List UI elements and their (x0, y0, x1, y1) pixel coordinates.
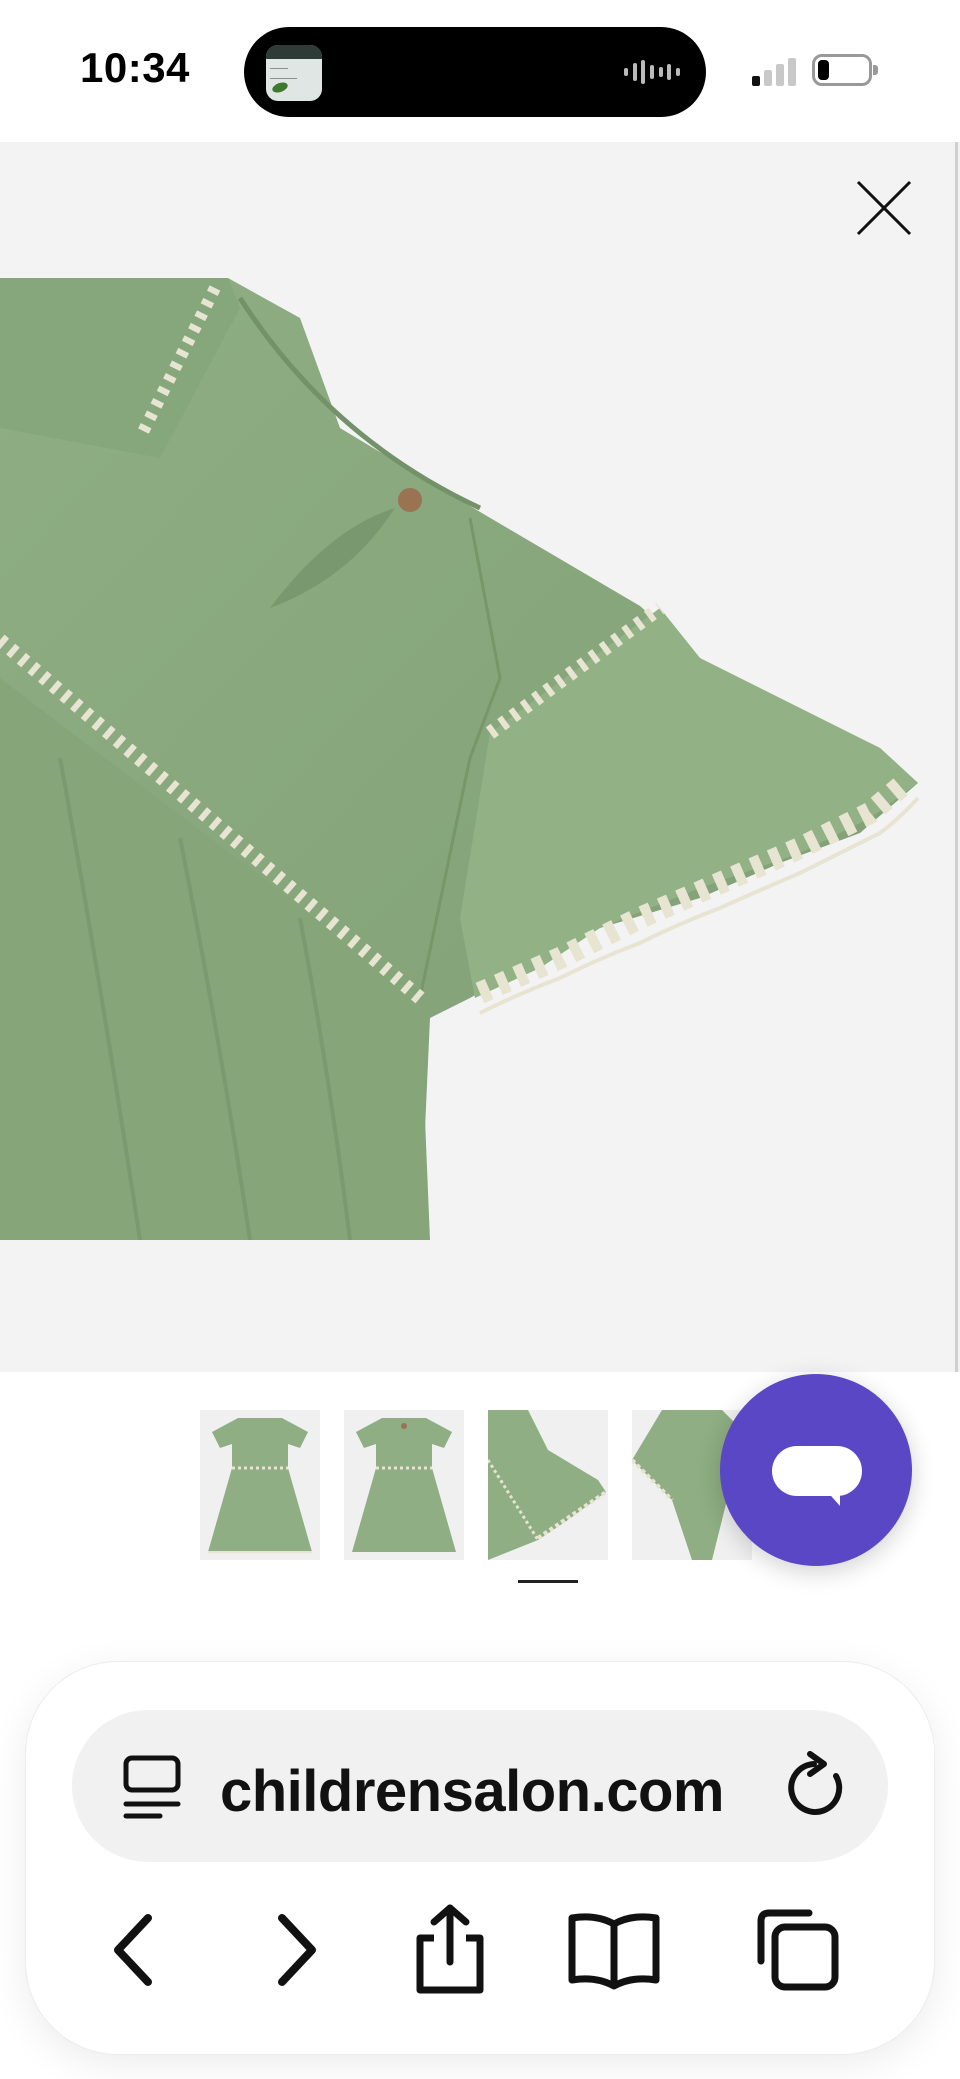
chevron-right-icon (278, 1914, 316, 1986)
thumbnail-sleeve-detail[interactable] (488, 1410, 608, 1560)
chat-button[interactable] (720, 1374, 912, 1566)
news-app-icon: —— ——— (266, 45, 322, 101)
tabs-icon (757, 1909, 839, 1991)
page-menu-icon[interactable] (120, 1752, 184, 1822)
audio-wave-icon (624, 60, 680, 84)
close-icon[interactable] (852, 176, 916, 240)
forward-button[interactable] (246, 1900, 346, 2000)
bookmarks-button[interactable] (564, 1900, 664, 2000)
thumbnail-front[interactable] (200, 1410, 320, 1560)
battery-level (818, 60, 829, 80)
battery-icon (812, 54, 878, 86)
tabs-button[interactable] (748, 1900, 848, 2000)
dynamic-island[interactable]: —— ——— (244, 27, 706, 117)
chat-bubble-icon (772, 1446, 862, 1496)
share-button[interactable] (400, 1900, 500, 2000)
cellular-signal-icon (752, 56, 798, 86)
product-image[interactable] (0, 278, 930, 1240)
address-bar[interactable]: childrensalon.com (72, 1710, 888, 1862)
book-icon (568, 1913, 660, 1990)
status-bar: 10:34 —— ——— (0, 0, 960, 142)
thumbnail-selected-indicator (518, 1580, 578, 1583)
chevron-left-icon (114, 1914, 152, 1986)
share-icon (416, 1904, 484, 1994)
status-time: 10:34 (80, 44, 190, 91)
thumbnail-back[interactable] (344, 1410, 464, 1560)
url-text[interactable]: childrensalon.com (220, 1758, 724, 1825)
back-button[interactable] (84, 1900, 184, 2000)
reload-icon[interactable] (784, 1750, 852, 1822)
